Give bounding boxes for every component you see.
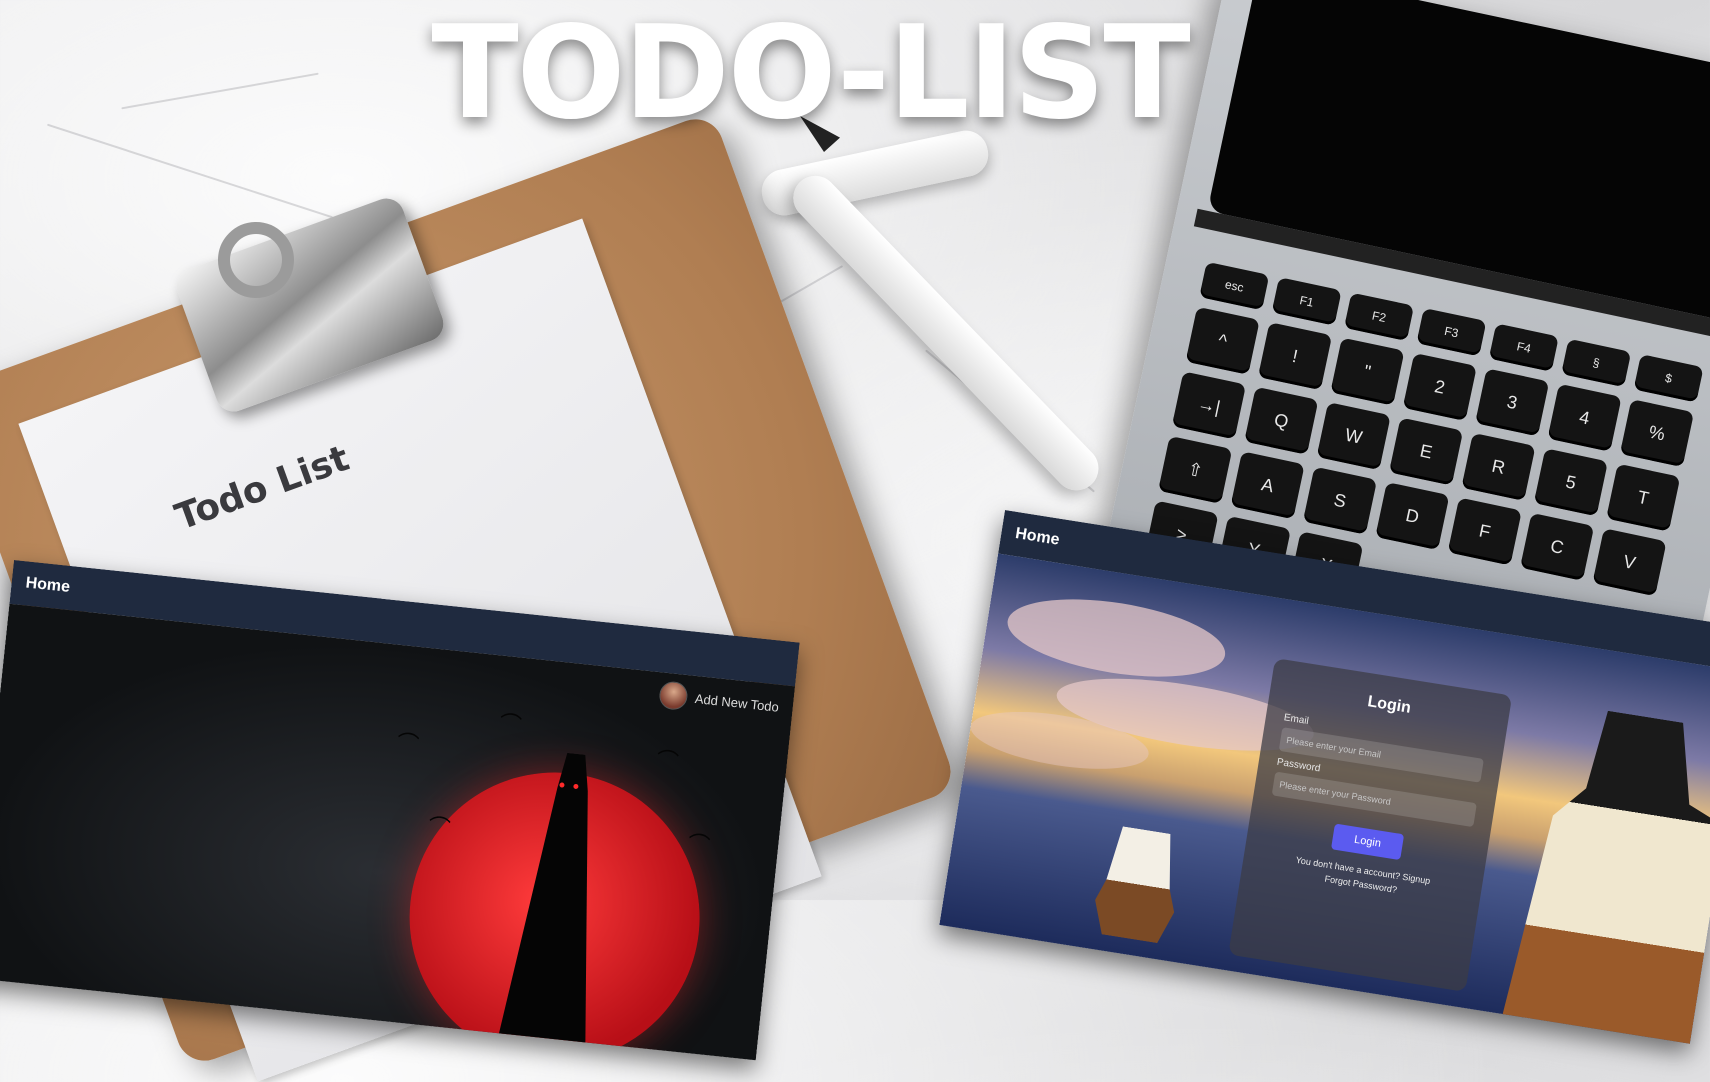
keyboard-key: ⇧ xyxy=(1158,435,1233,504)
page-title: TODO-LIST xyxy=(431,0,1190,148)
crow-icon: ⌒ xyxy=(655,747,680,775)
keyboard-key: V xyxy=(1592,528,1667,597)
keyboard-key: D xyxy=(1375,482,1450,551)
keyboard-key: $ xyxy=(1633,354,1704,403)
cloud xyxy=(1002,586,1231,690)
crow-icon: ⌒ xyxy=(686,831,712,859)
keyboard-key: % xyxy=(1619,399,1695,468)
keyboard-key: 2 xyxy=(1402,352,1477,421)
keyboard-key: S xyxy=(1302,466,1378,535)
keyboard-key: Q xyxy=(1244,386,1319,455)
login-form: Login Email Password Login You don't hav… xyxy=(1228,658,1513,992)
crow-icon: ⌒ xyxy=(395,730,421,758)
keyboard-key: T xyxy=(1606,463,1681,532)
keyboard-key: 4 xyxy=(1547,383,1622,452)
crow-icon: ⌒ xyxy=(498,710,523,738)
keyboard-key: F xyxy=(1447,497,1522,566)
keyboard-key: →| xyxy=(1171,371,1247,440)
keyboard-key: ! xyxy=(1257,322,1333,391)
keyboard-key: F2 xyxy=(1344,292,1415,342)
keyboard-key: ^ xyxy=(1185,306,1260,375)
keyboard-key: E xyxy=(1388,417,1464,486)
crow-icon: ⌒ xyxy=(427,813,452,842)
login-button[interactable]: Login xyxy=(1330,823,1405,861)
avatar xyxy=(657,680,689,712)
ship xyxy=(1090,824,1186,945)
marble-vein xyxy=(121,72,319,110)
nav-home-link[interactable]: Home xyxy=(25,574,71,597)
keyboard-key: 5 xyxy=(1533,448,1608,517)
keyboard-key: F1 xyxy=(1271,277,1342,326)
keyboard-key: 3 xyxy=(1475,368,1550,437)
keyboard-key: " xyxy=(1330,337,1405,406)
keyboard-key: F3 xyxy=(1416,307,1487,357)
keyboard-key: F4 xyxy=(1488,323,1559,372)
keyboard-key: W xyxy=(1316,402,1391,471)
marble-vein xyxy=(47,123,333,219)
keyboard-key: C xyxy=(1520,512,1595,581)
clipboard-ring xyxy=(218,222,294,298)
todo-app-screenshot: Home Add New Todo ⌒ ⌒ ⌒ ⌒ ⌒ xyxy=(0,560,800,1061)
pirate-ship xyxy=(1502,702,1710,1044)
nav-home-link[interactable]: Home xyxy=(1014,525,1061,550)
add-new-todo-link[interactable]: Add New Todo xyxy=(657,680,781,720)
keyboard-key: § xyxy=(1561,338,1632,388)
keyboard-key: R xyxy=(1461,432,1536,501)
keyboard-key: esc xyxy=(1199,261,1270,311)
add-new-todo-label: Add New Todo xyxy=(694,690,780,715)
keyboard-key: A xyxy=(1230,451,1305,520)
